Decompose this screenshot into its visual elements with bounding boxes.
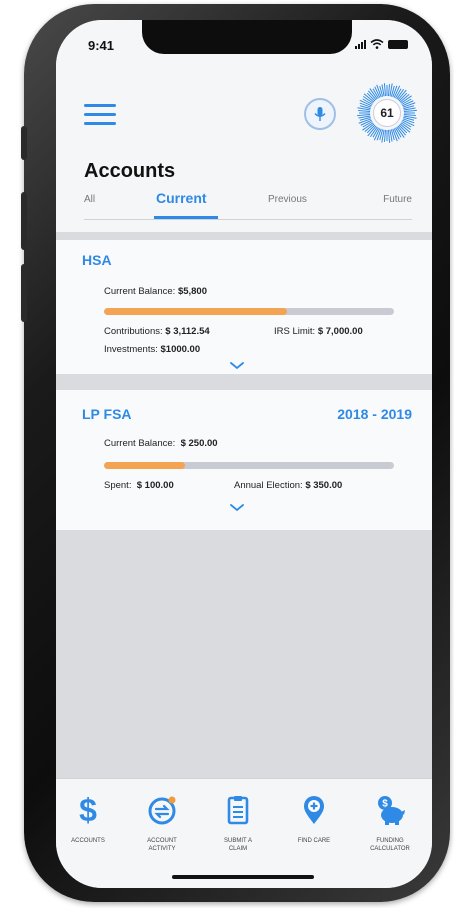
balance-progress-bar xyxy=(104,308,394,315)
current-balance-value: $5,800 xyxy=(177,286,207,297)
chevron-down-icon[interactable] xyxy=(230,504,244,512)
nav-label: FUNDING CALCULATOR xyxy=(370,838,410,852)
spent-label: Spent: xyxy=(104,480,132,491)
wifi-icon xyxy=(370,39,384,49)
score-badge[interactable]: 61 xyxy=(356,82,418,144)
investments-label: Investments: xyxy=(104,344,158,355)
nav-find-care[interactable]: FIND CARE xyxy=(282,793,346,845)
nav-label: FIND CARE xyxy=(297,838,331,844)
nav-submit-claim[interactable]: SUBMIT A CLAIM xyxy=(206,793,270,853)
dollar-icon: $ xyxy=(79,792,97,828)
score-ring-ray xyxy=(403,113,416,117)
contributions: Contributions: $ 3,112.54 xyxy=(104,326,210,337)
contributions-label: Contributions: xyxy=(104,326,163,337)
active-tab-indicator xyxy=(154,216,218,219)
volume-down-button xyxy=(21,264,27,322)
account-activity-icon xyxy=(145,793,179,827)
notch xyxy=(142,20,352,54)
annual-election-label: Annual Election: xyxy=(234,480,303,491)
hamburger-menu-icon[interactable] xyxy=(84,104,116,126)
score-value: 61 xyxy=(373,99,401,127)
balance-progress-bar xyxy=(104,462,394,469)
spent-value: $ 100.00 xyxy=(136,480,174,491)
score-ring-ray xyxy=(357,113,371,117)
tab-future[interactable]: Future xyxy=(383,194,412,205)
score-ring-ray xyxy=(403,109,417,113)
plan-years: 2018 - 2019 xyxy=(337,406,412,422)
balance-progress-fill xyxy=(104,308,287,315)
score-ring-ray xyxy=(358,109,371,113)
account-card-lp-fsa[interactable]: LP FSA 2018 - 2019 Current Balance: $ 25… xyxy=(56,390,432,530)
current-balance-label: Current Balance: xyxy=(104,438,176,449)
investments: Investments: $1000.00 xyxy=(104,344,200,355)
current-balance-label: Current Balance: xyxy=(104,286,176,297)
signal-icon xyxy=(355,39,366,49)
bottom-navigation: $ ACCOUNTS ACCOUNT ACTIVITY SUBMIT A CLA… xyxy=(56,778,432,888)
tab-all[interactable]: All xyxy=(84,194,95,205)
score-ring-ray xyxy=(383,83,387,97)
silent-switch xyxy=(21,126,27,160)
irs-limit: IRS Limit: $ 7,000.00 xyxy=(274,326,363,337)
annual-election: Annual Election: $ 350.00 xyxy=(234,480,342,491)
spent: Spent: $ 100.00 xyxy=(104,480,174,491)
investments-value: $1000.00 xyxy=(160,344,201,355)
account-name: LP FSA xyxy=(82,406,132,422)
account-name: HSA xyxy=(82,252,112,268)
piggy-bank-icon: $ xyxy=(373,793,407,827)
home-indicator[interactable] xyxy=(172,875,314,879)
header: 61 Accounts All Current Previous Future xyxy=(56,60,432,232)
location-pin-icon xyxy=(297,793,331,827)
current-balance-value: $ 250.00 xyxy=(180,438,218,449)
account-card-hsa[interactable]: HSA Current Balance: $5,800 Contribution… xyxy=(56,240,432,374)
irs-limit-value: $ 7,000.00 xyxy=(317,326,363,337)
tab-previous[interactable]: Previous xyxy=(268,194,307,205)
tab-bar: All Current Previous Future xyxy=(84,190,412,220)
balance-progress-fill xyxy=(104,462,186,469)
score-ring-ray xyxy=(383,129,387,142)
nav-account-activity[interactable]: ACCOUNT ACTIVITY xyxy=(130,793,194,853)
status-time: 9:41 xyxy=(88,38,115,53)
page-title: Accounts xyxy=(84,160,176,182)
status-icons xyxy=(355,39,408,49)
tab-current[interactable]: Current xyxy=(156,190,207,206)
current-balance: Current Balance: $ 250.00 xyxy=(104,438,218,449)
nav-label: ACCOUNTS xyxy=(71,838,105,844)
screen: 9:41 61 Accounts All Current Previous Fu… xyxy=(56,20,432,888)
nav-accounts[interactable]: $ ACCOUNTS xyxy=(56,793,120,845)
nav-label: ACCOUNT ACTIVITY xyxy=(147,838,177,852)
svg-text:$: $ xyxy=(382,799,388,810)
score-ring-ray xyxy=(387,84,391,97)
clipboard-icon xyxy=(221,793,255,827)
battery-icon xyxy=(388,39,408,49)
current-balance: Current Balance: $5,800 xyxy=(104,286,207,297)
chevron-down-icon[interactable] xyxy=(230,362,244,370)
nav-label: SUBMIT A CLAIM xyxy=(224,838,252,852)
annual-election-value: $ 350.00 xyxy=(305,480,343,491)
volume-up-button xyxy=(21,192,27,250)
contributions-value: $ 3,112.54 xyxy=(165,326,210,337)
score-ring-ray xyxy=(387,129,391,143)
irs-limit-label: IRS Limit: xyxy=(274,326,316,337)
nav-funding-calculator[interactable]: $ FUNDING CALCULATOR xyxy=(358,793,422,853)
microphone-icon[interactable] xyxy=(304,98,336,130)
